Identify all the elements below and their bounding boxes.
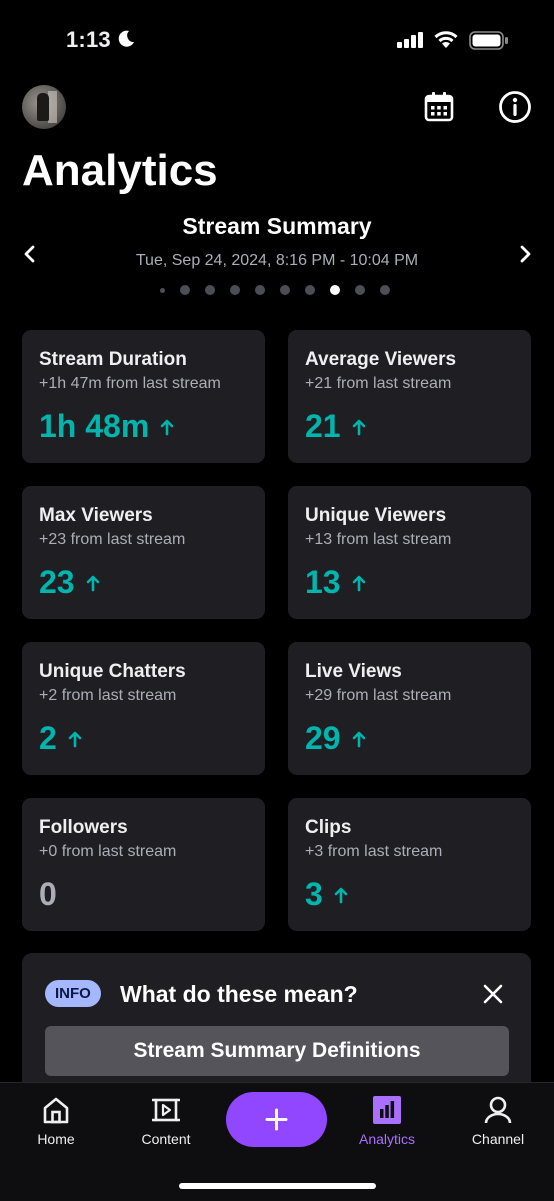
page-indicator[interactable]: [160, 284, 405, 296]
info-banner: INFO What do these mean? Stream Summary …: [22, 953, 531, 1093]
page-dot: [305, 285, 315, 295]
card-value: 21: [305, 408, 366, 445]
page-dot: [230, 285, 240, 295]
nav-label: Analytics: [358, 1131, 416, 1147]
status-time: 1:13: [66, 27, 111, 52]
avatar-detail: [48, 91, 57, 123]
card-title: Stream Duration: [39, 349, 187, 370]
card-title: Unique Viewers: [305, 505, 447, 526]
info-icon[interactable]: [498, 90, 532, 124]
arrow-up-icon: [86, 575, 99, 591]
card-title: Live Views: [305, 661, 402, 682]
card-value: 23: [39, 564, 100, 601]
nav-item-analytics[interactable]: Analytics: [337, 1095, 437, 1147]
card-subtitle: +1h 47m from last stream: [39, 375, 221, 392]
arrow-up-icon: [352, 419, 365, 435]
status-bar: 1:13: [0, 0, 554, 80]
stat-card-followers: Followers +0 from last stream 0: [22, 798, 265, 931]
page-title: Analytics: [22, 146, 218, 195]
card-value-text: 1h 48m: [39, 408, 150, 444]
stat-card-max-viewers: Max Viewers +23 from last stream 23: [22, 486, 265, 619]
card-subtitle: +29 from last stream: [305, 687, 452, 704]
stat-card-stream-duration: Stream Duration +1h 47m from last stream…: [22, 330, 265, 463]
wifi-icon: [434, 31, 458, 48]
card-value-text: 3: [305, 876, 323, 912]
bottom-nav: Home Content Analytics Channel: [0, 1082, 554, 1201]
page-dot: [280, 285, 290, 295]
content-icon: [152, 1098, 180, 1122]
page-dot: [355, 285, 365, 295]
nav-label: Home: [37, 1131, 75, 1147]
card-subtitle: +2 from last stream: [39, 687, 177, 704]
card-value-text: 2: [39, 720, 57, 756]
arrow-up-icon: [352, 575, 365, 591]
card-title: Unique Chatters: [39, 661, 186, 682]
stat-card-average-viewers: Average Viewers +21 from last stream 21: [288, 330, 531, 463]
nav-item-channel[interactable]: Channel: [448, 1095, 548, 1147]
arrow-up-icon: [68, 731, 82, 747]
arrow-up-icon: [160, 419, 174, 435]
card-value: 29: [305, 720, 366, 757]
stat-card-unique-viewers: Unique Viewers +13 from last stream 13: [288, 486, 531, 619]
page-dot: [180, 285, 190, 295]
info-badge: INFO: [45, 980, 101, 1007]
card-subtitle: +21 from last stream: [305, 375, 452, 392]
page-dot: [205, 285, 215, 295]
card-value-text: 0: [39, 876, 57, 912]
page-dot: [380, 285, 390, 295]
analytics-icon: [373, 1096, 401, 1124]
stat-card-live-views: Live Views +29 from last stream 29: [288, 642, 531, 775]
card-value: 2: [39, 720, 82, 757]
home-indicator: [179, 1183, 376, 1189]
home-icon: [43, 1097, 69, 1124]
nav-label: Channel: [471, 1131, 525, 1147]
nav-label: Content: [141, 1131, 191, 1147]
card-subtitle: +0 from last stream: [39, 843, 177, 860]
card-value-text: 21: [305, 408, 341, 444]
battery-icon: [469, 31, 508, 50]
avatar[interactable]: [22, 85, 66, 129]
definitions-button[interactable]: Stream Summary Definitions: [45, 1026, 509, 1076]
card-title: Clips: [305, 817, 352, 838]
moon-icon: [118, 30, 134, 47]
nav-item-home[interactable]: Home: [6, 1095, 106, 1147]
page-dot: [330, 285, 340, 295]
info-question: What do these mean?: [120, 981, 358, 1007]
chevron-right-icon[interactable]: [517, 244, 533, 264]
card-subtitle: +13 from last stream: [305, 531, 452, 548]
channel-icon: [484, 1096, 512, 1124]
card-value: 0: [39, 876, 57, 913]
card-value-text: 23: [39, 564, 75, 600]
avatar-figure: [37, 93, 49, 121]
close-icon[interactable]: [482, 983, 504, 1005]
card-value-text: 13: [305, 564, 341, 600]
summary-date-range: Tue, Sep 24, 2024, 8:16 PM - 10:04 PM: [135, 252, 419, 269]
page-dot: [160, 287, 165, 293]
stat-card-unique-chatters: Unique Chatters +2 from last stream 2: [22, 642, 265, 775]
card-subtitle: +23 from last stream: [39, 531, 186, 548]
card-title: Average Viewers: [305, 349, 457, 370]
arrow-up-icon: [334, 887, 348, 903]
create-button[interactable]: [226, 1092, 327, 1147]
card-value: 13: [305, 564, 366, 601]
card-title: Max Viewers: [39, 505, 153, 526]
card-value: 3: [305, 876, 348, 913]
summary-title: Stream Summary: [182, 213, 372, 239]
signal-icon: [397, 32, 423, 48]
nav-item-content[interactable]: Content: [116, 1095, 216, 1147]
card-subtitle: +3 from last stream: [305, 843, 443, 860]
card-value-text: 29: [305, 720, 341, 756]
card-value: 1h 48m: [39, 408, 174, 445]
stat-card-clips: Clips +3 from last stream 3: [288, 798, 531, 931]
arrow-up-icon: [352, 731, 365, 747]
page-dot: [255, 285, 265, 295]
card-title: Followers: [39, 817, 128, 838]
plus-icon: [265, 1108, 288, 1131]
calendar-icon[interactable]: [423, 91, 455, 123]
